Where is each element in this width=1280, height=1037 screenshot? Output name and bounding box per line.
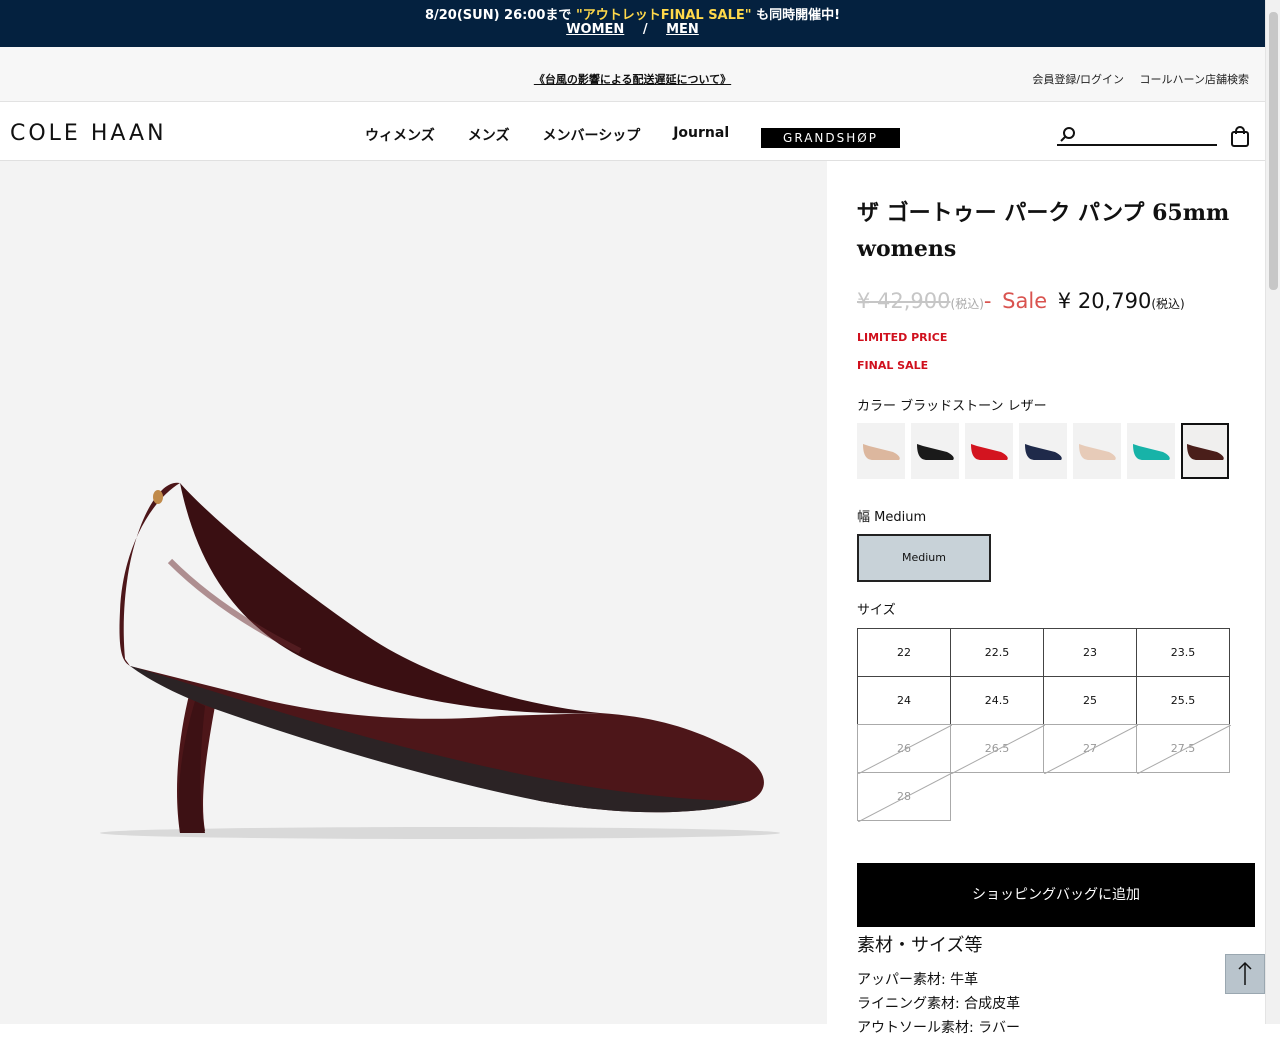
nav-membership[interactable]: メンバーシップ [542,125,640,145]
color-swatch-teal[interactable] [1127,423,1175,479]
size-option[interactable]: 22.5 [950,628,1044,677]
color-swatch-red[interactable] [965,423,1013,479]
color-label: カラー ブラッドストーン レザー [857,399,1047,414]
back-to-top-button[interactable] [1225,954,1265,994]
price-block: ¥ 42,900(税込)- Sale ¥ 20,790(税込) [857,289,1185,313]
limited-price-badge: LIMITED PRICE [857,331,948,344]
size-option[interactable]: 24.5 [950,676,1044,725]
add-to-bag-button[interactable]: ショッピングバッグに追加 [857,863,1255,927]
color-swatch-nude[interactable] [857,423,905,479]
strike-line [951,725,1045,774]
strike-line [1137,725,1231,774]
promo-separator: / [642,22,648,37]
shoe-thumb-teal [1133,444,1170,460]
promo-men-link[interactable]: MEN [666,22,699,37]
main-nav: ウィメンズ メンズ メンバーシップ Journal [365,125,762,145]
material-upper: アッパー素材: 牛革 [857,972,979,988]
shoe-thumb-bloodstone [1187,444,1224,460]
size-option[interactable]: 25 [1043,676,1137,725]
color-swatches [857,423,1235,479]
width-option-medium[interactable]: Medium [857,534,991,582]
size-option-unavailable: 28 [857,772,952,822]
promo-suffix: も同時開催中! [751,8,841,23]
promo-text: 8/20(SUN) 26:00まで "アウトレットFINAL SALE" も同時… [0,0,1265,23]
size-label: サイズ [857,603,896,618]
original-price: ¥ 42,900 [857,289,951,313]
nav-women[interactable]: ウィメンズ [365,125,435,145]
promo-highlight: "アウトレットFINAL SALE" [575,8,752,23]
size-option-unavailable: 26 [857,724,952,774]
materials-title: 素材・サイズ等 [857,935,983,956]
color-swatch-bloodstone[interactable] [1181,423,1229,479]
brand-logo[interactable]: COLE HAAN [10,121,167,146]
sale-price: ¥ 20,790 [1057,289,1152,313]
product-title: ザ ゴートゥー パーク パンプ 65mm womens [857,200,1230,262]
promo-date: 8/20(SUN) 26:00まで [424,8,576,23]
size-option[interactable]: 25.5 [1136,676,1230,725]
shoe-thumb-red [971,444,1008,460]
promo-women-link[interactable]: WOMEN [566,22,624,37]
width-label: 幅 Medium [857,510,927,525]
size-option[interactable]: 23 [1043,628,1137,677]
size-option-unavailable: 26.5 [950,724,1045,774]
strike-line [1044,725,1138,774]
product-image[interactable] [0,161,827,1024]
color-swatch-blush[interactable] [1073,423,1121,479]
size-option-unavailable: 27.5 [1136,724,1231,774]
shoe-thumb-navy [1025,444,1062,460]
price-dash: - [983,289,992,313]
login-link[interactable]: 会員登録/ログイン [1032,73,1124,86]
promo-banner: 8/20(SUN) 26:00まで "アウトレットFINAL SALE" も同時… [0,0,1265,47]
size-option[interactable]: 24 [857,676,951,725]
material-outsole: アウトソール素材: ラバー [857,1020,1021,1036]
search-icon[interactable] [1059,126,1077,144]
size-option[interactable]: 22 [857,628,951,677]
scrollbar-thumb[interactable] [1269,12,1278,290]
sale-label: Sale [1002,289,1048,313]
final-sale-badge: FINAL SALE [857,359,929,372]
product-details-panel: ザ ゴートゥー パーク パンプ 65mm womens ¥ 42,900(税込)… [827,161,1265,1036]
shoe-thumb-black [917,444,954,460]
pump-shoe-image [100,482,780,839]
search-input[interactable] [1057,124,1217,146]
size-option[interactable]: 23.5 [1136,628,1230,677]
strike-line [858,773,952,822]
nav-journal[interactable]: Journal [673,125,729,145]
nav-men[interactable]: メンズ [468,125,510,145]
main-header: COLE HAAN ウィメンズ メンズ メンバーシップ Journal GRAN… [0,102,1265,161]
page-scrollbar[interactable] [1265,0,1280,1024]
arrow-up-icon [1238,961,1252,985]
strike-line [858,725,952,774]
shoe-thumb-blush [1079,444,1116,460]
grandshop-button[interactable]: GRANDSHØP [761,128,900,148]
original-tax-label: (税込) [950,297,984,311]
shoe-thumb-nude [863,444,900,460]
shopping-bag-icon[interactable] [1230,126,1250,148]
color-swatch-navy[interactable] [1019,423,1067,479]
color-swatch-black[interactable] [911,423,959,479]
size-grid: 22 22.5 23 23.5 24 24.5 25 25.5 26 26.5 … [857,628,1233,822]
sale-tax-label: (税込) [1151,297,1185,311]
utility-bar: 《台風の影響による配送遅延について》 会員登録/ログイン コールハーン店舗検索 [0,47,1265,102]
material-lining: ライニング素材: 合成皮革 [857,996,1021,1012]
store-search-link[interactable]: コールハーン店舗検索 [1140,73,1249,86]
size-option-unavailable: 27 [1043,724,1138,774]
